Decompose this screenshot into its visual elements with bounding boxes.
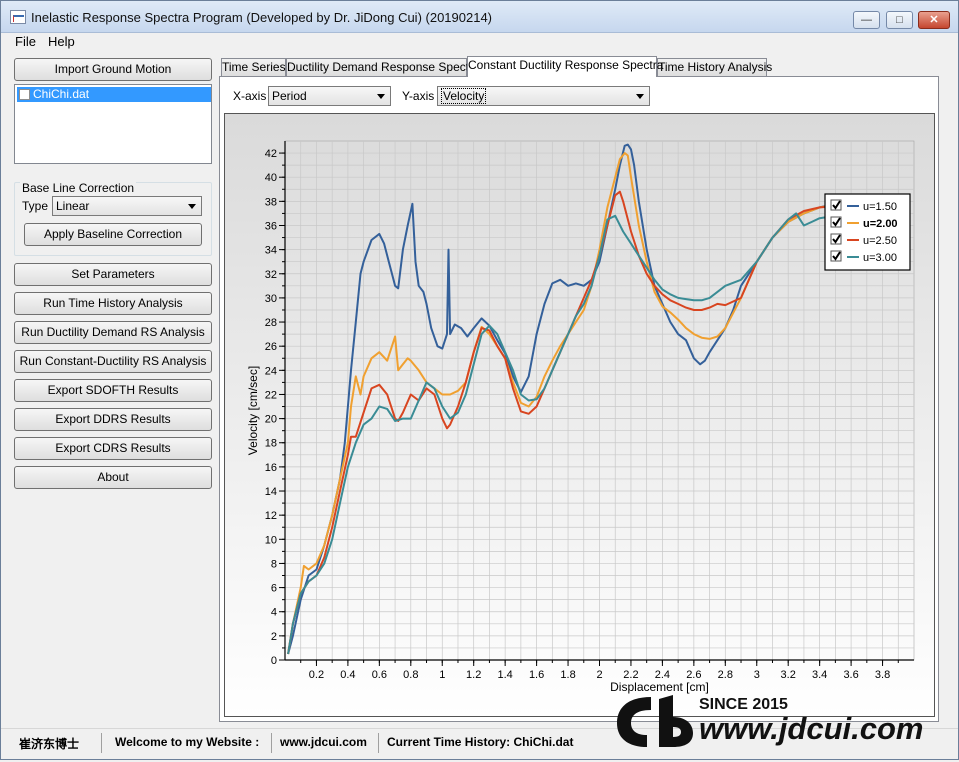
x-tick-label: 3.4 (812, 669, 827, 681)
y-tick-label: 36 (265, 220, 277, 232)
menu-help[interactable]: Help (48, 34, 75, 49)
y-tick-label: 38 (265, 196, 277, 208)
import-ground-motion-button[interactable]: Import Ground Motion (14, 58, 212, 81)
baseline-type-select[interactable]: Linear (52, 196, 202, 216)
y-tick-label: 32 (265, 269, 277, 281)
x-tick-label: 0.4 (340, 669, 355, 681)
x-tick-label: 0.8 (403, 669, 418, 681)
export-cdrs-button[interactable]: Export CDRS Results (14, 437, 212, 460)
series-line-3 (287, 190, 836, 655)
y-tick-label: 4 (271, 607, 277, 619)
xaxis-label: X-axis (233, 89, 267, 103)
x-tick-label: 1.6 (529, 669, 544, 681)
about-button[interactable]: About (14, 466, 212, 489)
status-website[interactable]: www.jdcui.com (280, 735, 367, 749)
baseline-group-title: Base Line Correction (20, 181, 137, 195)
x-tick-label: 3.6 (843, 669, 858, 681)
export-sdofth-button[interactable]: Export SDOFTH Results (14, 379, 212, 402)
y-tick-label: 8 (271, 558, 277, 570)
y-tick-label: 42 (265, 148, 277, 160)
tab-time-series[interactable]: Time Series (221, 58, 286, 77)
y-tick-label: 0 (271, 655, 277, 667)
x-tick-label: 2.8 (718, 669, 733, 681)
y-tick-label: 6 (271, 583, 277, 595)
yaxis-select[interactable]: Velocity (437, 86, 650, 106)
y-tick-label: 34 (265, 245, 277, 257)
ground-motion-list[interactable]: ChiChi.dat (14, 84, 212, 164)
tab-constant-ductility[interactable]: Constant Ductility Response Spectra (467, 56, 663, 77)
x-tick-label: 2 (596, 669, 602, 681)
y-tick-label: 20 (265, 414, 277, 426)
legend-label: u=1.50 (863, 201, 897, 213)
series-line-2 (287, 152, 836, 655)
chart-legend: u=1.50 u=2.00 u=2.50 u=3.00 (824, 193, 911, 271)
chevron-down-icon (636, 94, 644, 99)
minimize-button[interactable]: — (853, 11, 880, 29)
y-tick-label: 30 (265, 293, 277, 305)
y-tick-label: 28 (265, 317, 277, 329)
x-tick-label: 0.6 (372, 669, 387, 681)
list-item[interactable]: ChiChi.dat (17, 87, 211, 102)
x-tick-label: 3 (754, 669, 760, 681)
maximize-button[interactable]: □ (886, 11, 913, 29)
y-tick-label: 24 (265, 365, 277, 377)
y-tick-label: 26 (265, 341, 277, 353)
y-tick-label: 18 (265, 438, 277, 450)
run-constant-ductility-button[interactable]: Run Constant-Ductility RS Analysis (14, 350, 212, 373)
set-parameters-button[interactable]: Set Parameters (14, 263, 212, 286)
y-tick-label: 40 (265, 172, 277, 184)
x-tick-label: 1.2 (466, 669, 481, 681)
status-divider (271, 733, 272, 753)
x-tick-label: 0.2 (309, 669, 324, 681)
run-time-history-button[interactable]: Run Time History Analysis (14, 292, 212, 315)
baseline-type-value: Linear (56, 199, 90, 213)
yaxis-value: Velocity (441, 88, 487, 104)
watermark-logo: SINCE 2015 www.jdcui.com (613, 687, 958, 759)
run-ductility-demand-button[interactable]: Run Ductility Demand RS Analysis (14, 321, 212, 344)
y-tick-label: 14 (265, 486, 277, 498)
file-checkbox[interactable] (19, 89, 30, 100)
status-divider (101, 733, 102, 753)
legend-label: u=3.00 (863, 252, 897, 264)
app-icon (10, 10, 26, 24)
window-title: Inelastic Response Spectra Program (Deve… (31, 10, 493, 25)
title-bar[interactable]: Inelastic Response Spectra Program (Deve… (1, 1, 958, 33)
legend-label: u=2.00 (863, 218, 898, 230)
y-tick-label: 12 (265, 510, 277, 522)
menu-file[interactable]: File (15, 34, 36, 49)
y-tick-label: 2 (271, 631, 277, 643)
status-divider (378, 733, 379, 753)
y-tick-label: 16 (265, 462, 277, 474)
x-tick-label: 3.2 (781, 669, 796, 681)
yaxis-label: Y-axis (402, 89, 435, 103)
tab-ductility-demand[interactable]: Ductility Demand Response Spectra (286, 58, 480, 77)
series-line-1 (287, 143, 836, 655)
y-tick-label: 22 (265, 389, 277, 401)
x-tick-label: 1 (439, 669, 445, 681)
watermark-url: www.jdcui.com (699, 711, 924, 746)
file-label: ChiChi.dat (33, 87, 90, 101)
y-tick-label: 10 (265, 534, 277, 546)
apply-baseline-button[interactable]: Apply Baseline Correction (24, 223, 202, 246)
spectra-chart[interactable]: 0.2 0.4 0.6 0.8 1 1.2 1.4 1.6 1.8 2 2.2 2.4 2.6 2.8 3 3… (225, 114, 934, 716)
legend-label: u=2.50 (863, 235, 897, 247)
app-window: Inelastic Response Spectra Program (Deve… (0, 0, 959, 760)
tab-time-history-analysis[interactable]: Time History Analysis (657, 58, 772, 77)
y-axis-title: Velocity [cm/sec] (246, 366, 260, 455)
xaxis-select[interactable]: Period (268, 86, 391, 106)
close-button[interactable]: ✕ (918, 11, 950, 29)
export-ddrs-button[interactable]: Export DDRS Results (14, 408, 212, 431)
chevron-down-icon (377, 94, 385, 99)
chevron-down-icon (188, 204, 196, 209)
x-tick-label: 1.4 (498, 669, 513, 681)
status-current-file: Current Time History: ChiChi.dat (387, 735, 574, 749)
baseline-type-label: Type (22, 199, 49, 213)
status-author: 崔济东博士 (19, 737, 80, 751)
chart-frame: 0.2 0.4 0.6 0.8 1 1.2 1.4 1.6 1.8 2 2.2 2.4 2.6 2.8 3 3… (224, 113, 935, 717)
x-tick-label: 1.8 (560, 669, 575, 681)
xaxis-value: Period (272, 89, 307, 103)
menu-bar: File Help (1, 33, 958, 51)
status-welcome: Welcome to my Website : (115, 735, 260, 749)
x-tick-label: 3.8 (875, 669, 890, 681)
